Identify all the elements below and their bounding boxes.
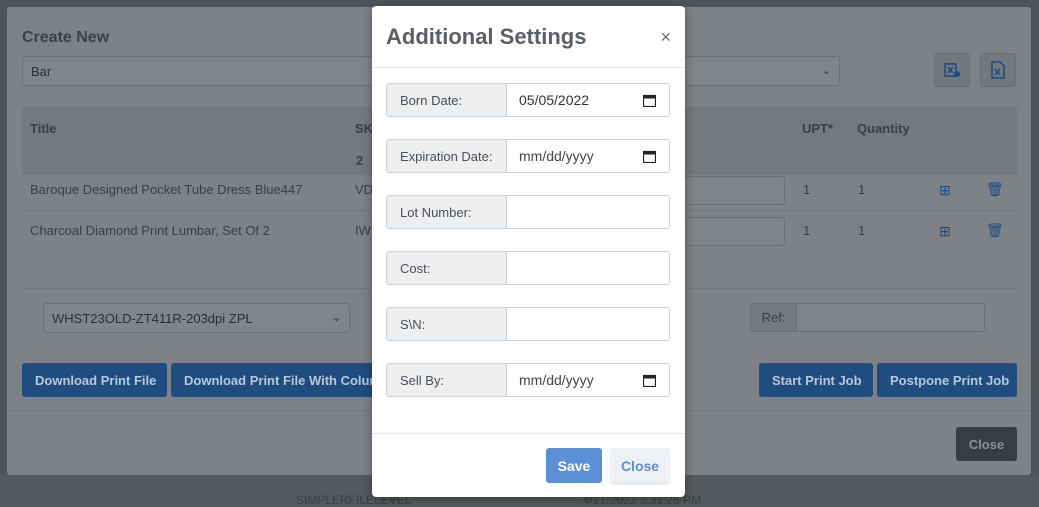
row2-title: Charcoal Diamond Print Lumbar, Set Of 2 [30,223,270,238]
additional-settings-modal: Additional Settings × Born Date: 05/05/2… [372,6,685,497]
calendar-icon[interactable] [643,374,656,387]
close-icon[interactable]: × [660,28,671,46]
row1-title: Baroque Designed Pocket Tube Dress Blue4… [30,182,303,197]
chevron-down-icon: ⌄ [331,311,341,324]
born-date-row: Born Date: 05/05/2022 [386,83,670,117]
excel-export-button[interactable] [980,53,1016,87]
row1-qty: 1 [858,182,866,197]
born-date-input[interactable]: 05/05/2022 [506,83,670,117]
lot-number-label: Lot Number: [386,195,507,229]
col-upt: UPT* [802,121,834,136]
col-sku: SK [355,121,374,136]
trash-icon[interactable]: 🗑︎ [986,181,1004,198]
panel-title: Create New [22,29,110,46]
postpone-print-job-button[interactable]: Postpone Print Job [877,363,1017,397]
sell-by-value: mm/dd/yyyy [519,372,594,388]
download-print-file-button[interactable]: Download Print File [22,363,167,397]
expiration-date-row: Expiration Date: mm/dd/yyyy [386,139,670,173]
col-quantity: Quantity [857,121,910,136]
excel-settings-icon [944,63,960,77]
start-print-job-button[interactable]: Start Print Job [759,363,873,397]
born-date-label: Born Date: [386,83,507,117]
trash-icon[interactable]: 🗑︎ [986,222,1004,239]
sell-by-row: Sell By: mm/dd/yyyy [386,363,670,397]
download-print-file-columns-button[interactable]: Download Print File With Colur [171,363,376,397]
lot-number-input[interactable] [506,195,670,229]
row1-sku: VD [355,182,374,197]
sell-by-label: Sell By: [386,363,507,397]
row1-upt: 1 [803,182,811,197]
serial-number-label: S\N: [386,307,507,341]
chevron-down-icon: ⌄ [821,64,831,77]
born-date-value: 05/05/2022 [519,92,590,108]
modal-title: Additional Settings [386,24,587,49]
panel-close-button[interactable]: Close [956,427,1017,461]
serial-number-input[interactable] [506,307,670,341]
calendar-icon[interactable] [643,150,656,163]
cost-label: Cost: [386,251,507,285]
modal-header-divider [372,67,685,68]
ref-input[interactable] [796,303,985,332]
ref-label: Ref: [750,303,797,332]
row2-upt: 1 [803,223,811,238]
row1-input[interactable] [677,176,785,205]
excel-settings-button[interactable] [934,53,970,87]
serial-number-row: S\N: [386,307,670,341]
modal-footer-divider [372,433,685,434]
expiration-date-value: mm/dd/yyyy [519,148,594,164]
col-title: Title [30,121,57,136]
type-select-value: Bar [31,63,52,79]
cost-row: Cost: [386,251,670,285]
sell-by-input[interactable]: mm/dd/yyyy [506,363,670,397]
cost-input[interactable] [506,251,670,285]
expiration-date-label: Expiration Date: [386,139,507,173]
table-grid-icon[interactable]: ⊞ [939,182,951,199]
expiration-date-input[interactable]: mm/dd/yyyy [506,139,670,173]
lot-number-row: Lot Number: [386,195,670,229]
close-button[interactable]: Close [610,448,670,483]
row2-qty: 1 [858,223,866,238]
calendar-icon[interactable] [643,94,656,107]
printer-select-value: WHST23OLD-ZT411R-203dpi ZPL [52,310,253,326]
row2-input[interactable] [677,217,785,246]
excel-icon [991,61,1005,79]
save-button[interactable]: Save [546,448,602,483]
subheader-value: 2 [356,153,364,168]
printer-select[interactable]: WHST23OLD-ZT411R-203dpi ZPL ⌄ [43,303,350,333]
row2-sku: IW [355,223,371,238]
table-grid-icon[interactable]: ⊞ [939,223,951,240]
